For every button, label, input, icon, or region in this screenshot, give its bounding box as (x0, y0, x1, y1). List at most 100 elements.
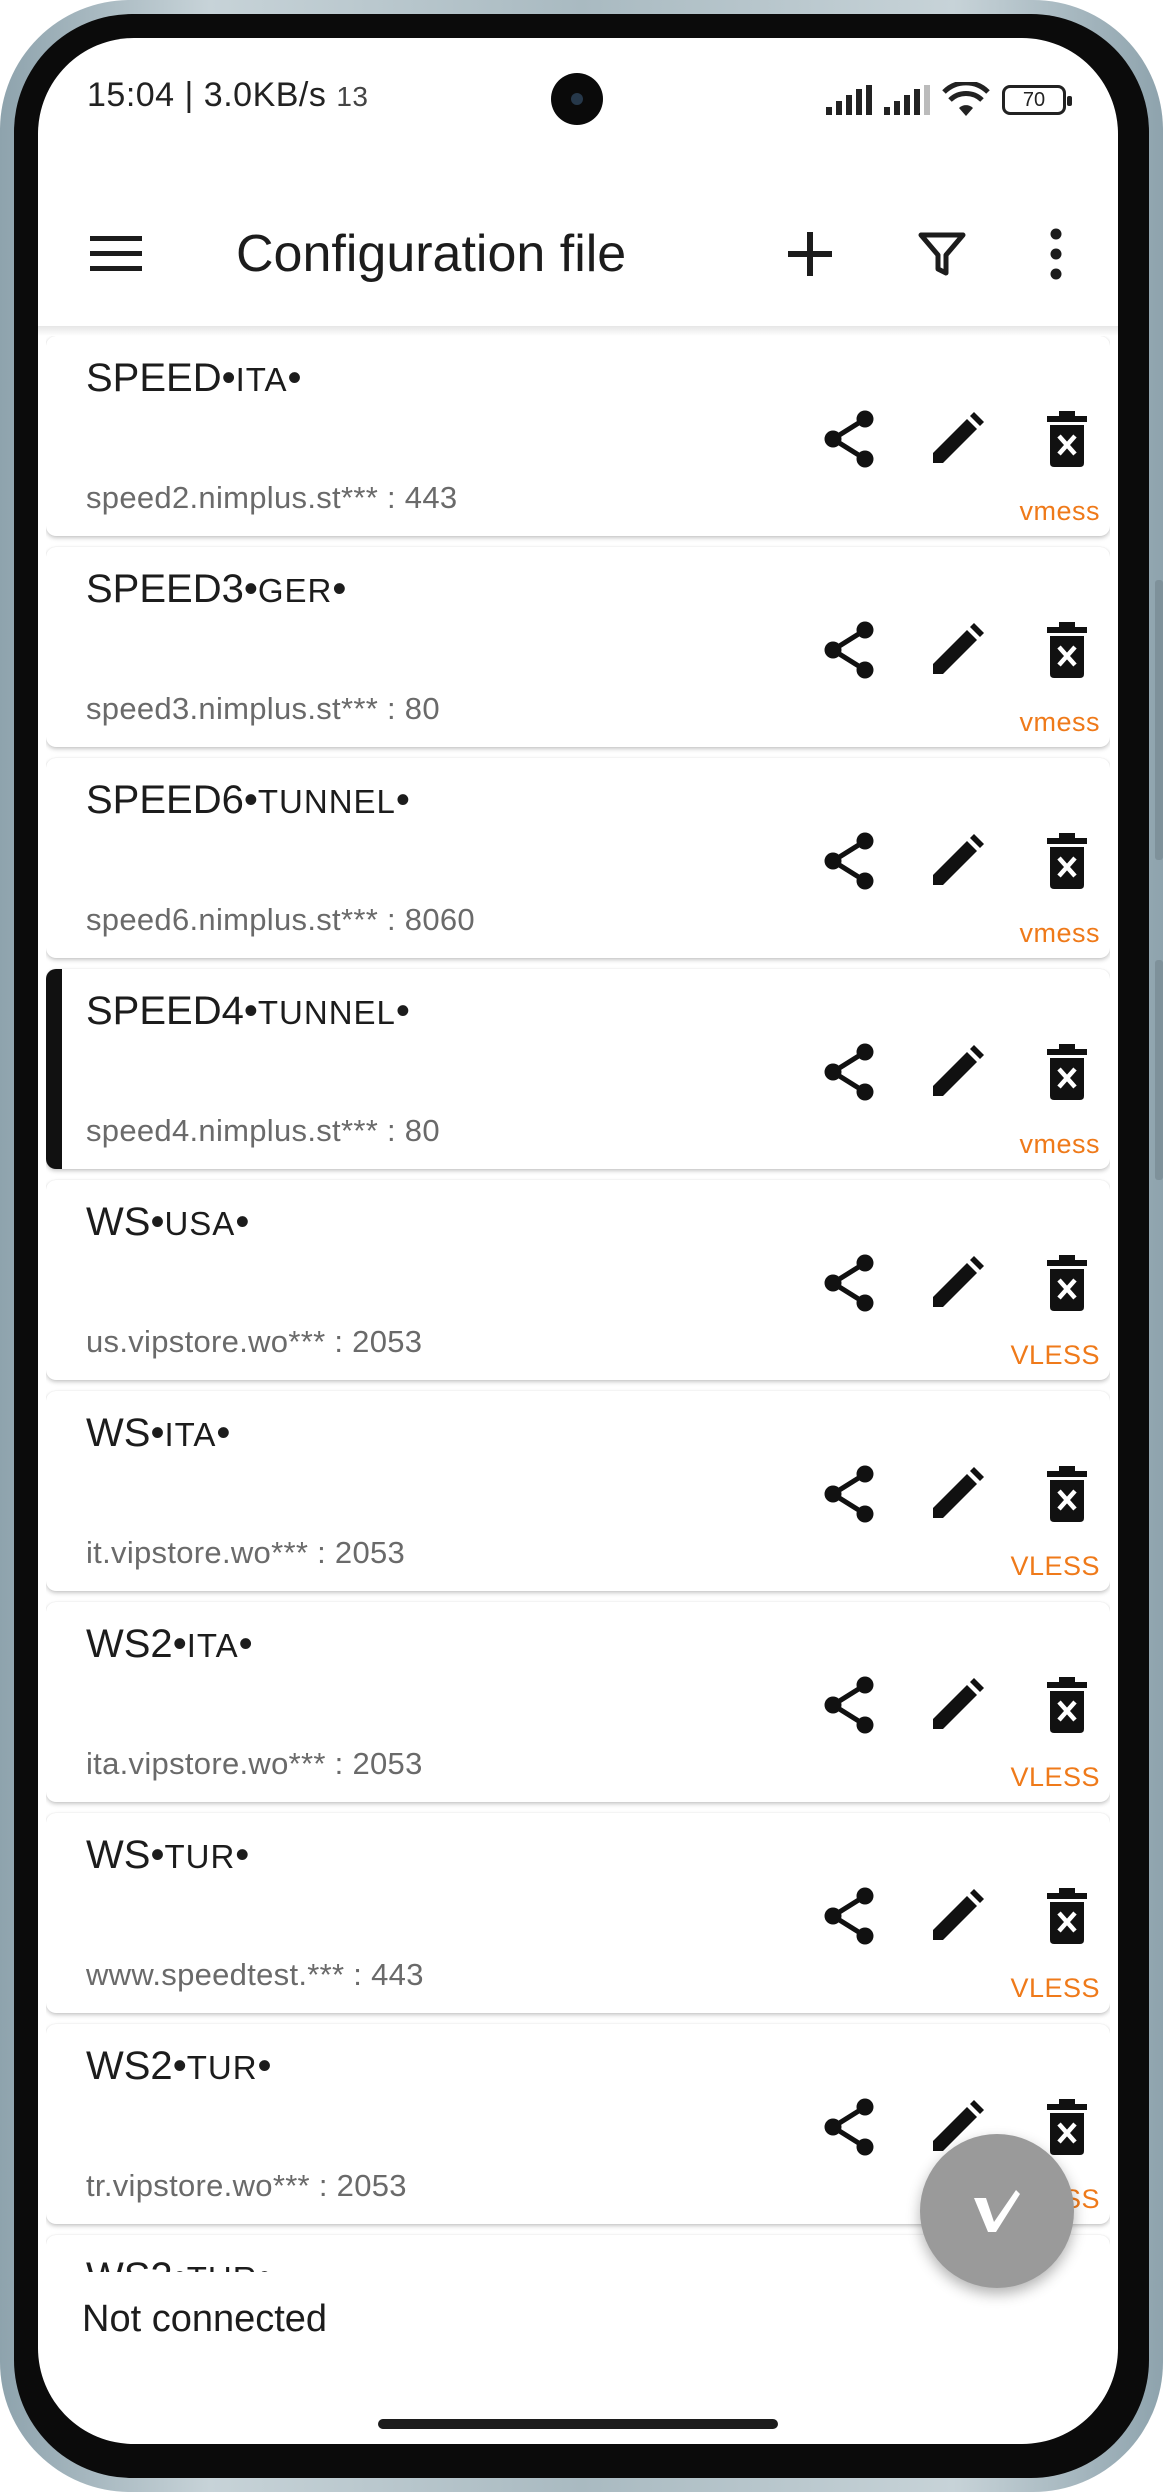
battery-icon: 70 (1002, 85, 1072, 115)
server-name-text: WS2 (86, 2255, 173, 2272)
filter-icon (918, 232, 966, 276)
delete-icon (1047, 411, 1087, 467)
server-name: WS•TUR• (86, 1833, 249, 1878)
delete-button[interactable] (1032, 404, 1102, 474)
server-location: TUR (187, 2260, 258, 2272)
share-button[interactable] (814, 826, 884, 896)
battery-level: 70 (1022, 88, 1046, 111)
separator-dot: • (173, 2255, 187, 2272)
edit-icon (933, 1678, 984, 1729)
connect-fab[interactable] (920, 2134, 1074, 2288)
share-button[interactable] (814, 615, 884, 685)
separator-dot: • (235, 1200, 250, 1244)
edit-button[interactable] (922, 615, 992, 685)
add-icon (788, 232, 832, 276)
server-address: ita.vipstore.wo*** : 2053 (86, 1746, 423, 1781)
share-button[interactable] (814, 2092, 884, 2162)
server-name: WS2•TUR• (86, 2044, 272, 2089)
v-logo-icon (974, 2190, 1020, 2232)
server-list[interactable]: SPEED•ITA• speed2.nimplus.st*** : 443 vm… (46, 336, 1110, 2272)
delete-icon (1047, 1677, 1087, 1733)
delete-button[interactable] (1032, 1037, 1102, 1107)
server-location: USA (164, 1205, 236, 1242)
delete-button[interactable] (1032, 826, 1102, 896)
server-name: WS2•TUR• (86, 2255, 272, 2272)
server-card[interactable]: SPEED3•GER• speed3.nimplus.st*** : 80 vm… (46, 547, 1110, 747)
server-address: speed3.nimplus.st*** : 80 (86, 691, 440, 726)
server-name: SPEED6•TUNNEL• (86, 778, 410, 823)
separator-dot: • (395, 989, 410, 1033)
delete-button[interactable] (1032, 1248, 1102, 1318)
server-name-text: SPEED4 (86, 989, 244, 1033)
server-location: TUNNEL (257, 994, 396, 1031)
server-card[interactable]: WS•TUR• www.speedtest.*** : 443 VLESS (46, 1813, 1110, 2013)
protocol-label: vmess (1019, 496, 1100, 526)
server-card[interactable]: SPEED6•TUNNEL• speed6.nimplus.st*** : 80… (46, 758, 1110, 958)
share-icon (824, 2098, 874, 2156)
page-title: Configuration file (236, 225, 627, 283)
share-icon (824, 1887, 874, 1945)
delete-button[interactable] (1032, 1670, 1102, 1740)
server-name-text: WS (86, 1411, 151, 1455)
share-button[interactable] (814, 1248, 884, 1318)
server-address: speed2.nimplus.st*** : 443 (86, 480, 458, 515)
edit-icon (933, 1045, 984, 1096)
server-name-text: WS (86, 1200, 151, 1244)
server-card[interactable]: WS•USA• us.vipstore.wo*** : 2053 VLESS (46, 1180, 1110, 1380)
edit-button[interactable] (922, 1459, 992, 1529)
server-name-text: WS2 (86, 2044, 173, 2088)
server-card[interactable]: SPEED•ITA• speed2.nimplus.st*** : 443 vm… (46, 336, 1110, 536)
delete-button[interactable] (1032, 1459, 1102, 1529)
delete-button[interactable] (1032, 1881, 1102, 1951)
separator-dot: • (395, 778, 410, 822)
share-button[interactable] (814, 1670, 884, 1740)
delete-button[interactable] (1032, 615, 1102, 685)
server-name: SPEED4•TUNNEL• (86, 989, 410, 1034)
server-card[interactable]: SPEED4•TUNNEL• speed4.nimplus.st*** : 80… (46, 969, 1110, 1169)
edit-button[interactable] (922, 1881, 992, 1951)
add-button[interactable] (774, 218, 846, 290)
edit-icon (933, 1889, 984, 1940)
edit-button[interactable] (922, 1248, 992, 1318)
protocol-label: VLESS (1010, 1551, 1100, 1581)
edit-button[interactable] (922, 1670, 992, 1740)
volume-button (1155, 580, 1163, 860)
server-name: WS•ITA• (86, 1411, 230, 1456)
wifi-icon (942, 82, 990, 116)
toolbar-shadow (38, 326, 1118, 336)
screen: 15:04 | 3.0KB/s 13 70 Configuration file… (38, 38, 1118, 2444)
phone-frame: 15:04 | 3.0KB/s 13 70 Configuration file… (0, 0, 1163, 2492)
share-icon (824, 832, 874, 890)
menu-button[interactable] (80, 218, 152, 290)
server-name: SPEED•ITA• (86, 356, 302, 401)
server-location: ITA (235, 361, 288, 398)
server-card[interactable]: WS•ITA• it.vipstore.wo*** : 2053 VLESS (46, 1391, 1110, 1591)
signal-icon-2 (884, 85, 930, 115)
home-indicator[interactable] (378, 2419, 778, 2429)
edit-button[interactable] (922, 1037, 992, 1107)
share-button[interactable] (814, 1881, 884, 1951)
server-location: TUR (164, 1838, 236, 1875)
protocol-label: VLESS (1010, 1973, 1100, 2003)
share-icon (824, 1465, 874, 1523)
share-icon (824, 1254, 874, 1312)
separator-dot: • (172, 2044, 187, 2088)
status-icons: 70 (826, 82, 1072, 118)
more-options-button[interactable] (1020, 218, 1092, 290)
power-button (1155, 960, 1163, 1180)
edit-button[interactable] (922, 826, 992, 896)
filter-button[interactable] (906, 218, 978, 290)
app-toolbar: Configuration file (38, 178, 1118, 328)
connection-status: Not connected (82, 2298, 328, 2340)
server-address: www.speedtest.*** : 443 (86, 1957, 424, 1992)
share-button[interactable] (814, 1459, 884, 1529)
server-name-text: SPEED (86, 356, 222, 400)
edit-button[interactable] (922, 404, 992, 474)
share-button[interactable] (814, 404, 884, 474)
server-card[interactable]: WS2•ITA• ita.vipstore.wo*** : 2053 VLESS (46, 1602, 1110, 1802)
share-button[interactable] (814, 1037, 884, 1107)
separator-dot: • (243, 989, 258, 1033)
delete-icon (1047, 622, 1087, 678)
separator-dot: • (150, 1833, 165, 1877)
delete-icon (1047, 1888, 1087, 1944)
